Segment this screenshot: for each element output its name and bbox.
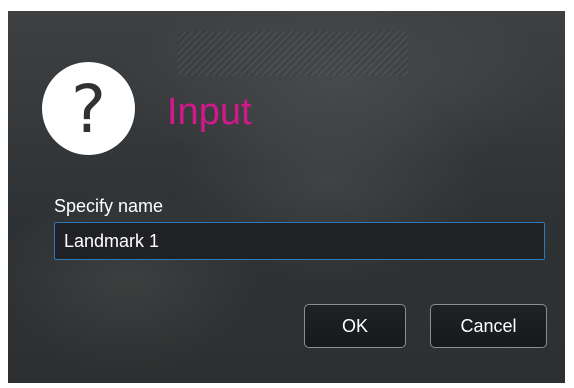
question-icon: ?: [42, 62, 135, 155]
input-dialog: ? Input Specify name OK Cancel: [8, 11, 565, 383]
name-input[interactable]: [54, 222, 545, 260]
ok-button[interactable]: OK: [304, 304, 406, 348]
dialog-title: Input: [167, 91, 252, 133]
cancel-button[interactable]: Cancel: [430, 304, 547, 348]
question-mark-glyph: ?: [70, 70, 107, 148]
specify-name-label: Specify name: [54, 196, 164, 216]
